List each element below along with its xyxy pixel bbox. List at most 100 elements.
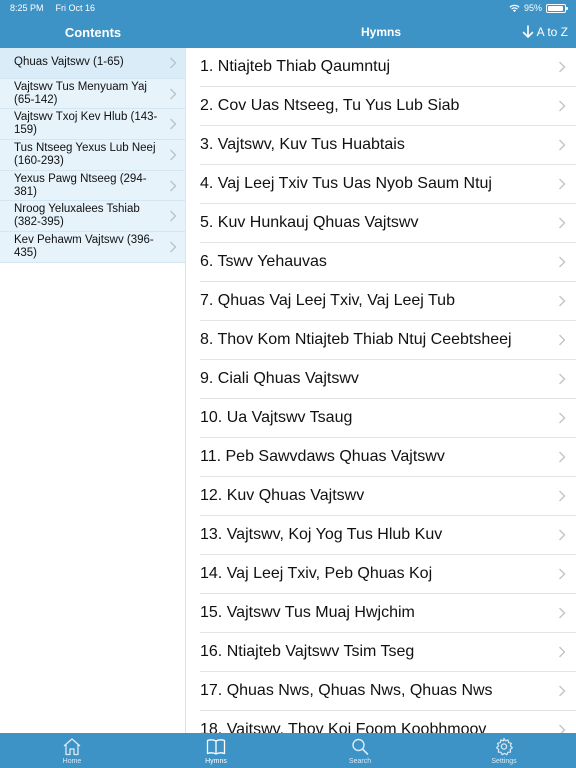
chevron-right-icon	[170, 180, 177, 192]
chevron-right-icon	[559, 451, 566, 463]
hymn-row[interactable]: 2. Cov Uas Ntseeg, Tu Yus Lub Siab	[200, 87, 576, 126]
hymn-title: 13. Vajtswv, Koj Yog Tus Hlub Kuv	[200, 526, 443, 543]
tab-settings[interactable]: Settings	[432, 733, 576, 768]
sidebar-item-vajtswv-tus-menyuam-yaj[interactable]: Vajtswv Tus Menyuam Yaj (65-142)	[0, 79, 185, 110]
hymn-row[interactable]: 8. Thov Kom Ntiajteb Thiab Ntuj Ceebtshe…	[200, 321, 576, 360]
chevron-right-icon	[170, 88, 177, 100]
sidebar-item-label: Vajtswv Txoj Kev Hlub (143-159)	[14, 111, 158, 137]
tab-search[interactable]: Search	[288, 733, 432, 768]
chevron-right-icon	[559, 217, 566, 229]
tab-hymns[interactable]: Hymns	[144, 733, 288, 768]
search-icon	[352, 738, 369, 755]
hymn-row[interactable]: 9. Ciali Qhuas Vajtswv	[200, 360, 576, 399]
chevron-right-icon	[559, 412, 566, 424]
chevron-right-icon	[559, 373, 566, 385]
chevron-right-icon	[170, 241, 177, 253]
tab-label: Settings	[491, 757, 517, 765]
hymn-title: 17. Qhuas Nws, Qhuas Nws, Qhuas Nws	[200, 682, 493, 699]
chevron-right-icon	[170, 210, 177, 222]
hymn-title: 5. Kuv Hunkauj Qhuas Vajtswv	[200, 214, 419, 231]
chevron-right-icon	[559, 529, 566, 541]
sidebar-item-label: Tus Ntseeg Yexus Lub Neej (160-293)	[14, 141, 156, 167]
hymn-row[interactable]: 16. Ntiajteb Vajtswv Tsim Tseg	[200, 633, 576, 672]
sidebar-item-tus-ntseeg-yexus-lub-neej[interactable]: Tus Ntseeg Yexus Lub Neej (160-293)	[0, 140, 185, 171]
hymn-row[interactable]: 18. Vajtswv, Thov Koj Foom Koobhmoov	[200, 711, 576, 733]
gear-icon	[496, 737, 513, 755]
sidebar-item-qhuas-vajtswv[interactable]: Qhuas Vajtswv (1-65)	[0, 48, 185, 79]
chevron-right-icon	[559, 334, 566, 346]
chevron-right-icon	[559, 646, 566, 658]
chevron-right-icon	[559, 178, 566, 190]
sidebar-list: Qhuas Vajtswv (1-65) Vajtswv Tus Menyuam…	[0, 48, 185, 263]
status-bar: 8:25 PM Fri Oct 16 95%	[0, 0, 576, 16]
chevron-right-icon	[559, 61, 566, 73]
hymn-title: 7. Qhuas Vaj Leej Txiv, Vaj Leej Tub	[200, 292, 455, 309]
hymn-title: 4. Vaj Leej Txiv Tus Uas Nyob Saum Ntuj	[200, 175, 492, 192]
hymn-row[interactable]: 15. Vajtswv Tus Muaj Hwjchim	[200, 594, 576, 633]
hymn-title: 18. Vajtswv, Thov Koj Foom Koobhmoov	[200, 721, 487, 733]
tab-home[interactable]: Home	[0, 733, 144, 768]
hymn-title: 15. Vajtswv Tus Muaj Hwjchim	[200, 604, 415, 621]
book-icon	[206, 738, 226, 755]
sidebar-item-kev-pehawm-vajtswv[interactable]: Kev Pehawm Vajtswv (396-435)	[0, 232, 185, 263]
status-time: 8:25 PM	[10, 3, 44, 13]
hymn-list[interactable]: 1. Ntiajteb Thiab Qaumntuj 2. Cov Uas Nts…	[186, 48, 576, 733]
hymn-row[interactable]: 4. Vaj Leej Txiv Tus Uas Nyob Saum Ntuj	[200, 165, 576, 204]
sidebar-item-yexus-pawg-ntseeg[interactable]: Yexus Pawg Ntseeg (294-381)	[0, 171, 185, 202]
home-icon	[63, 737, 81, 755]
status-date: Fri Oct 16	[55, 3, 96, 13]
chevron-right-icon	[559, 724, 566, 733]
sidebar-item-label: Kev Pehawm Vajtswv (396-435)	[14, 233, 154, 259]
page-title: Hymns	[360, 25, 401, 39]
hymn-row[interactable]: 12. Kuv Qhuas Vajtswv	[200, 477, 576, 516]
sidebar-title: Contents	[64, 24, 122, 40]
hymn-title: 10. Ua Vajtswv Tsaug	[200, 409, 353, 426]
hymn-row[interactable]: 10. Ua Vajtswv Tsaug	[200, 399, 576, 438]
nav-bar: Contents Hymns A to Z	[0, 16, 576, 48]
hymn-title: 6. Tswv Yehauvas	[200, 253, 327, 270]
chevron-right-icon	[559, 490, 566, 502]
tab-label: Home	[62, 757, 82, 765]
hymn-row[interactable]: 14. Vaj Leej Txiv, Peb Qhuas Koj	[200, 555, 576, 594]
chevron-right-icon	[559, 568, 566, 580]
chevron-right-icon	[559, 607, 566, 619]
hymn-row[interactable]: 5. Kuv Hunkauj Qhuas Vajtswv	[200, 204, 576, 243]
chevron-right-icon	[559, 295, 566, 307]
hymn-row[interactable]: 6. Tswv Yehauvas	[200, 243, 576, 282]
hymn-title: 3. Vajtswv, Kuv Tus Huabtais	[200, 136, 405, 153]
battery-icon	[546, 3, 568, 13]
hymn-row[interactable]: 7. Qhuas Vaj Leej Txiv, Vaj Leej Tub	[200, 282, 576, 321]
chevron-right-icon	[559, 139, 566, 151]
hymn-title: 11. Peb Sawvdaws Qhuas Vajtswv	[200, 448, 445, 465]
chevron-right-icon	[559, 256, 566, 268]
battery-fill	[548, 5, 564, 11]
sidebar-item-label: Nroog Yeluxalees Tshiab (382-395)	[14, 203, 140, 229]
sidebar-item-label: Vajtswv Tus Menyuam Yaj (65-142)	[14, 80, 147, 106]
wifi-icon	[509, 4, 520, 12]
hymn-title: 8. Thov Kom Ntiajteb Thiab Ntuj Ceebtshe…	[200, 331, 512, 348]
hymn-row[interactable]: 3. Vajtswv, Kuv Tus Huabtais	[200, 126, 576, 165]
sidebar-item-label: Qhuas Vajtswv (1-65)	[14, 56, 124, 69]
tab-bar: Home Hymns Search Settings	[0, 733, 576, 768]
chevron-right-icon	[559, 685, 566, 697]
hymn-row[interactable]: 13. Vajtswv, Koj Yog Tus Hlub Kuv	[200, 516, 576, 555]
sort-button[interactable]: A to Z	[522, 16, 568, 48]
arrow-down-icon	[522, 25, 533, 38]
hymn-row[interactable]: 1. Ntiajteb Thiab Qaumntuj	[200, 48, 576, 87]
hymn-row[interactable]: 17. Qhuas Nws, Qhuas Nws, Qhuas Nws	[200, 672, 576, 711]
battery-percent: 95%	[523, 3, 542, 13]
hymn-title: 9. Ciali Qhuas Vajtswv	[200, 370, 359, 387]
tab-label: Hymns	[205, 757, 227, 765]
hymn-title: 14. Vaj Leej Txiv, Peb Qhuas Koj	[200, 565, 433, 582]
status-right: 95%	[509, 3, 568, 13]
hymn-title: 2. Cov Uas Ntseeg, Tu Yus Lub Siab	[200, 97, 460, 114]
hymn-row[interactable]: 11. Peb Sawvdaws Qhuas Vajtswv	[200, 438, 576, 477]
sort-label: A to Z	[536, 25, 568, 39]
sidebar-item-vajtswv-txoj-kev-hlub[interactable]: Vajtswv Txoj Kev Hlub (143-159)	[0, 109, 185, 141]
sidebar-item-nroog-yeluxalees-tshiab[interactable]: Nroog Yeluxalees Tshiab (382-395)	[0, 201, 185, 233]
hymn-title: 1. Ntiajteb Thiab Qaumntuj	[200, 58, 391, 75]
chevron-right-icon	[559, 100, 566, 112]
hymn-title: 16. Ntiajteb Vajtswv Tsim Tseg	[200, 643, 415, 660]
hymn-title: 12. Kuv Qhuas Vajtswv	[200, 487, 365, 504]
chevron-right-icon	[170, 57, 177, 69]
